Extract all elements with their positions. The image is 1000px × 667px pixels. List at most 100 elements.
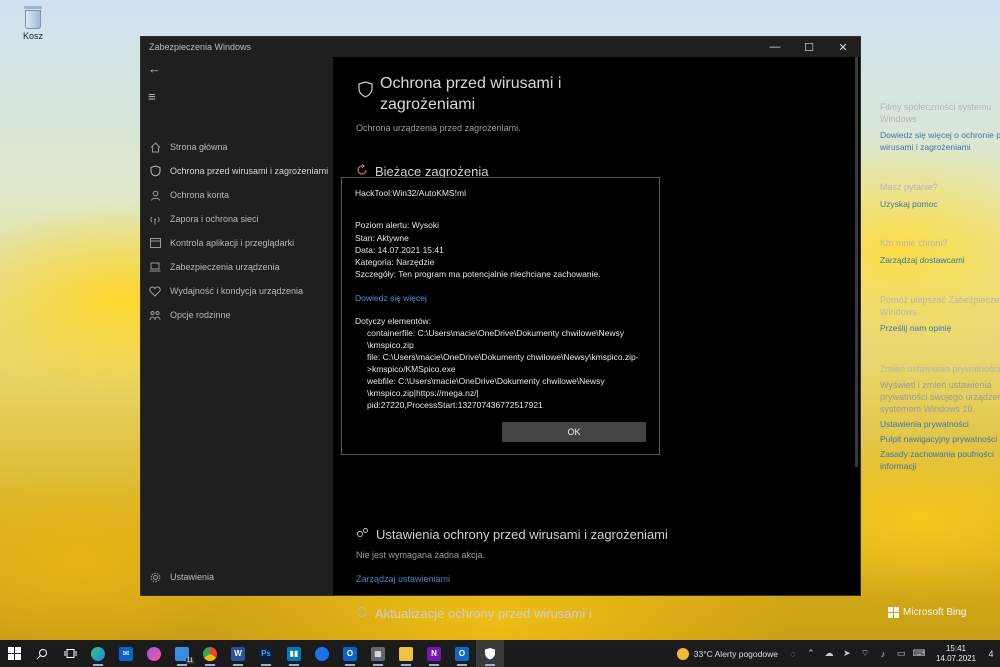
scrollbar[interactable] [855, 57, 858, 467]
taskbar-onenote[interactable]: N [420, 640, 448, 667]
send-feedback-link[interactable]: Prześlij nam opinię [880, 322, 1000, 334]
who-protects-heading: Kto mnie chroni? [880, 238, 948, 248]
affected-item-line: \kmspico.zip|https://mega.nz/| [367, 388, 479, 398]
weather-text[interactable]: 33°C Alerty pogodowe [694, 649, 778, 659]
volume-icon[interactable]: ♪ [874, 649, 892, 659]
title-bar[interactable]: Zabezpieczenia Windows — ☐ ✕ [141, 37, 860, 57]
recycle-bin-icon [22, 4, 44, 30]
taskbar-word[interactable]: W [224, 640, 252, 667]
taskbar-calculator[interactable]: ▦ [364, 640, 392, 667]
minimize-button[interactable]: — [758, 37, 792, 57]
threat-details: Szczegóły: Ten program ma potencjalnie n… [355, 269, 601, 279]
task-view-button[interactable] [56, 640, 84, 667]
taskbar-edge[interactable] [84, 640, 112, 667]
taskbar-chrome[interactable] [196, 640, 224, 667]
windows-logo-icon [7, 647, 21, 660]
alert-level: Poziom alertu: Wysoki [355, 220, 440, 230]
providers-block: Kto mnie chroni? Zarządzaj dostawcami [880, 237, 1000, 266]
clock[interactable]: 15:41 14.07.2021 [936, 644, 976, 664]
calculator-icon: ▦ [371, 646, 385, 661]
people-icon[interactable]: ◌ [784, 649, 802, 659]
menu-button[interactable]: ≡ [141, 85, 333, 107]
privacy-statement-link[interactable]: Zasady zachowania poufności [880, 448, 1000, 460]
sidebar-item-label: Ochrona konta [170, 190, 230, 200]
notification-center-button[interactable]: 4 [982, 640, 1000, 667]
protection-settings-heading: Ustawienia ochrony przed wirusami i zagr… [356, 527, 668, 542]
shield-icon [485, 648, 495, 660]
sidebar-item-home[interactable]: Strona główna [141, 135, 333, 159]
window-icon [148, 236, 162, 250]
learn-more-protection-link[interactable]: Dowiedz się więcej o ochronie przed [880, 129, 1000, 141]
family-icon [148, 308, 162, 322]
learn-more-link[interactable]: Dowiedz się więcej [355, 293, 427, 303]
messenger-icon [147, 646, 161, 661]
taskbar-app[interactable] [308, 640, 336, 667]
back-button[interactable]: ← [141, 57, 333, 79]
sidebar-item-account-protection[interactable]: Ochrona konta [141, 183, 333, 207]
affected-item-line: containerfile: C:\Users\macie\OneDrive\D… [367, 328, 624, 338]
folder-icon [399, 646, 413, 661]
start-button[interactable] [0, 640, 28, 667]
taskbar-outlook-2[interactable]: O [448, 640, 476, 667]
manage-providers-link[interactable]: Zarządzaj dostawcami [880, 254, 1000, 266]
learn-more-protection-link-2[interactable]: wirusami i zagrożeniami [880, 141, 1000, 153]
trello-icon: ▮▮ [287, 646, 301, 661]
threat-category: Kategoria: Narzędzie [355, 257, 435, 267]
keyboard-icon[interactable]: ⌨ [910, 648, 928, 659]
edge-icon [91, 646, 105, 661]
close-button[interactable]: ✕ [826, 37, 860, 57]
laptop-icon [148, 260, 162, 274]
sidebar-item-virus-protection[interactable]: Ochrona przed wirusami i zagrożeniami [141, 159, 333, 183]
taskbar-messenger[interactable] [140, 640, 168, 667]
sidebar-item-app-browser-control[interactable]: Kontrola aplikacji i przeglądarki [141, 231, 333, 255]
battery-icon[interactable]: ▭ [892, 648, 910, 659]
question-heading: Masz pytanie? [880, 182, 939, 192]
privacy-text: Wyświetl i zmień ustawienia [880, 380, 992, 390]
taskbar-outlook[interactable]: O [336, 640, 364, 667]
notification-count: 4 [988, 648, 994, 659]
chevron-up-icon[interactable]: ⌃ [802, 648, 820, 659]
sidebar-item-label: Ochrona przed wirusami i zagrożeniami [170, 166, 329, 176]
privacy-statement-link-2[interactable]: informacji [880, 460, 1000, 472]
taskbar-folder[interactable] [392, 640, 420, 667]
sidebar-item-settings[interactable]: Ustawienia [141, 565, 214, 589]
taskbar-windows-security[interactable] [476, 640, 504, 667]
shield-icon [358, 81, 373, 103]
recycle-bin-label: Kosz [22, 31, 43, 41]
system-tray: 33°C Alerty pogodowe ◌ ⌃ ☁ ➤ ⌔ ♪ ▭ ⌨ 15:… [676, 640, 1000, 667]
search-button[interactable] [28, 640, 56, 667]
threat-status: Stan: Aktywne [355, 233, 409, 243]
clock-date: 14.07.2021 [935, 653, 976, 663]
sidebar-item-label: Ustawienia [170, 572, 215, 582]
privacy-dashboard-link[interactable]: Pulpit nawigacyjny prywatności [880, 433, 1000, 445]
affected-item-line: \kmspico.zip [367, 340, 414, 350]
microsoft-bing-watermark: Microsoft Bing [888, 607, 966, 618]
maximize-button[interactable]: ☐ [792, 37, 826, 57]
search-icon [36, 648, 47, 659]
improve-heading-2: Windows [880, 307, 917, 317]
shield-icon [148, 164, 162, 178]
privacy-text-3: systemem Windows 10. [880, 404, 976, 414]
taskbar-photoshop[interactable]: Ps [252, 640, 280, 667]
telegram-icon[interactable]: ➤ [838, 648, 856, 659]
get-help-link[interactable]: Uzyskaj pomoc [880, 198, 1000, 210]
taskbar-trello[interactable]: ▮▮ [280, 640, 308, 667]
taskbar-explorer[interactable]: 11 [168, 640, 196, 667]
privacy-settings-link[interactable]: Ustawienia prywatności [880, 418, 1000, 430]
weather-sun-icon [676, 647, 689, 660]
ok-button[interactable]: OK [502, 422, 646, 442]
threat-details-dialog: HackTool:Win32/AutoKMS!ml Poziom alertu:… [341, 177, 660, 455]
sidebar-item-device-security[interactable]: Zabezpieczenia urządzenia [141, 255, 333, 279]
sidebar-item-device-health[interactable]: Wydajność i kondycja urządzenia [141, 279, 333, 303]
manage-settings-link[interactable]: Zarządzaj ustawieniami [356, 574, 450, 584]
chrome-icon [203, 646, 217, 661]
cloud-icon[interactable]: ☁ [820, 648, 838, 659]
sidebar-item-firewall[interactable]: Zapora i ochrona sieci [141, 207, 333, 231]
taskbar-mail[interactable]: ✉ [112, 640, 140, 667]
wifi-icon[interactable]: ⌔ [856, 648, 874, 659]
sidebar-item-label: Opcje rodzinne [170, 310, 231, 320]
sidebar-item-family-options[interactable]: Opcje rodzinne [141, 303, 333, 327]
word-icon: W [231, 646, 245, 661]
community-videos-heading-2: Windows [880, 114, 917, 124]
recycle-bin-desktop-icon[interactable]: Kosz [16, 4, 50, 41]
